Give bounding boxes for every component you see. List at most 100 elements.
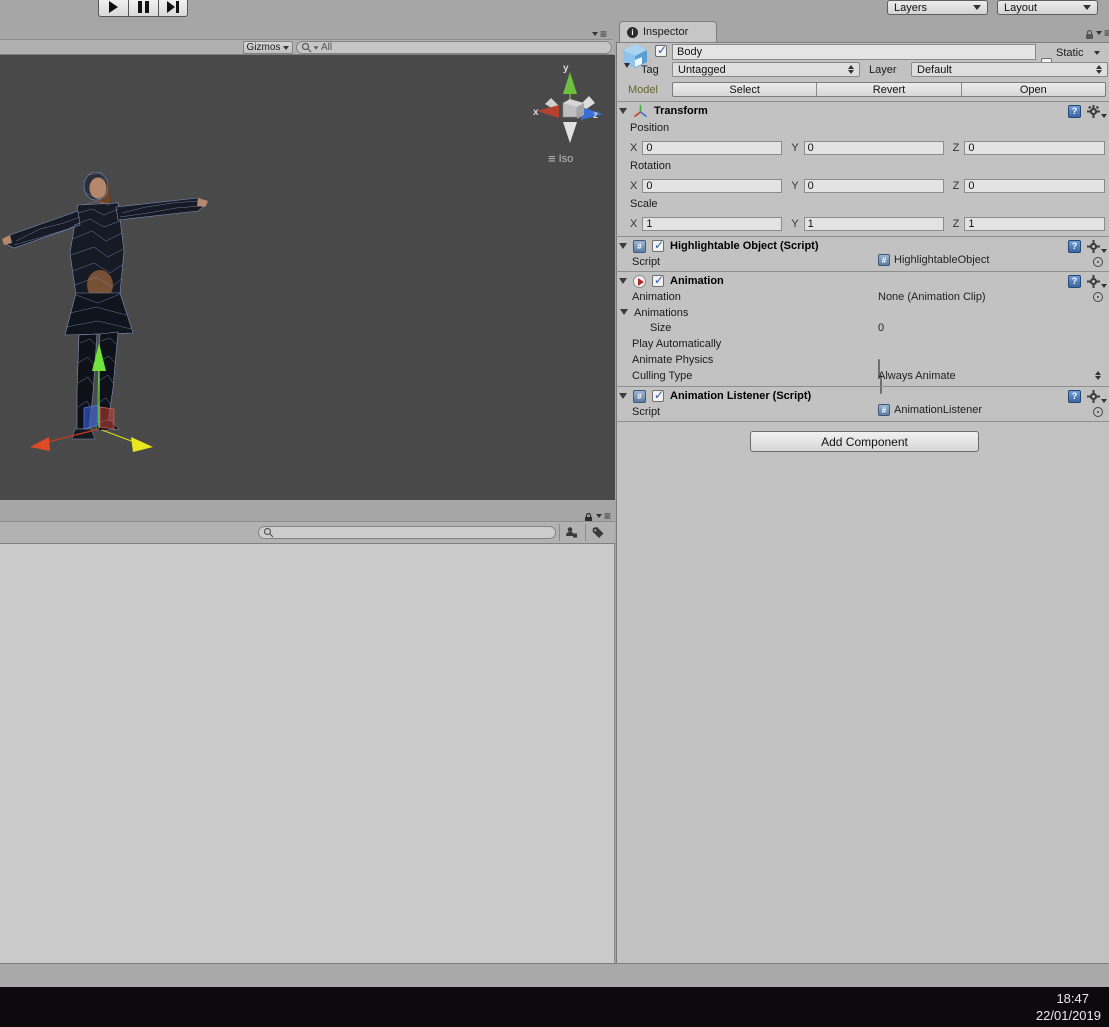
axis-z: Z [952,142,960,154]
scale-x-field[interactable]: 1 [642,217,783,231]
model-open-button[interactable]: Open [962,83,1105,96]
animation-enabled-checkbox[interactable] [652,273,664,287]
highlightable-component-header[interactable]: # Highlightable Object (Script) ? [619,238,1107,254]
wireframe-character-model[interactable] [0,163,220,463]
highlightable-enabled-checkbox[interactable] [652,238,664,252]
scene-orientation-gizmo[interactable] [525,58,615,153]
help-icon[interactable]: ? [1068,389,1081,403]
scale-z-field[interactable]: 1 [964,217,1105,231]
gizmo-z-axis[interactable] [101,429,135,443]
scale-row: X1 Y1 Z1 [630,216,1107,232]
object-picker-icon[interactable] [1093,292,1103,302]
step-button[interactable] [158,0,188,17]
inspector-menu[interactable]: ≡ [1096,27,1109,39]
axis-y: Y [791,218,799,230]
tag-dropdown[interactable]: Untagged [672,62,860,77]
layers-dropdown[interactable]: Layers [887,0,988,15]
gear-icon[interactable] [1087,274,1107,288]
axis-x: X [630,142,638,154]
foldout-icon[interactable] [619,393,627,399]
position-y-field[interactable]: 0 [803,141,944,155]
gear-glyph [1087,389,1100,403]
search-by-label-button[interactable] [587,524,608,541]
component-separator [616,271,1109,272]
gizmo-plane-xy[interactable] [83,404,99,430]
rotation-x-field[interactable]: 0 [642,179,783,193]
rotation-y-field[interactable]: 0 [803,179,944,193]
axis-z-label: z [593,110,598,121]
help-icon[interactable]: ? [1068,274,1081,288]
menu-icon: ≡ [604,509,611,523]
gear-icon[interactable] [1087,239,1107,253]
iso-projection-toggle[interactable]: ≡ Iso [548,151,573,166]
chevron-down-icon [283,45,290,50]
play-button[interactable] [98,0,128,17]
position-x-field[interactable]: 0 [642,141,783,155]
listener-enabled-checkbox[interactable] [652,388,664,402]
animation-component-header[interactable]: Animation ? [619,273,1107,289]
help-icon[interactable]: ? [1068,104,1081,118]
gameobject-name-field[interactable]: Body [672,44,1036,60]
editor-status-bar [0,963,1109,987]
model-revert-button[interactable]: Revert [817,83,962,96]
animate-physics-label: Animate Physics [632,354,714,366]
search-by-type-button[interactable] [561,524,582,541]
layout-dropdown[interactable]: Layout [997,0,1098,15]
updown-icon[interactable] [1095,371,1101,380]
add-component-button[interactable]: Add Component [750,431,979,452]
highlightable-title: Highlightable Object (Script) [670,240,819,252]
culling-type-value[interactable]: Always Animate [878,370,956,382]
axis-y: Y [791,180,799,192]
tab-inspector[interactable]: i Inspector [619,21,717,42]
rotation-row: X0 Y0 Z0 [630,178,1107,194]
layer-value: Default [917,63,952,76]
foldout-icon[interactable] [619,243,627,249]
gameobject-active-checkbox[interactable] [655,43,667,57]
scale-label: Scale [630,198,658,210]
model-select-button[interactable]: Select [673,83,818,96]
static-dropdown-chevron-icon[interactable] [1094,51,1100,55]
object-picker-icon[interactable] [1093,407,1103,417]
object-picker-icon[interactable] [1093,257,1103,267]
gizmo-plane-zy[interactable] [99,406,115,430]
script-value[interactable]: # HighlightableObject [878,254,989,266]
tag-label: Tag [641,64,659,76]
os-taskbar[interactable]: 18:47 22/01/2019 [0,987,1109,1027]
transform-component-header[interactable]: Transform ? [619,103,1107,119]
layer-label: Layer [869,64,897,76]
gizmo-x-arrowhead[interactable] [30,437,50,451]
gizmo-z-arrowhead[interactable] [131,437,153,452]
animation-clip-value[interactable]: None (Animation Clip) [878,291,986,303]
rotation-z-field[interactable]: 0 [964,179,1105,193]
orientation-cone-down [563,122,577,143]
lower-panel-menu[interactable]: ≡ [596,509,611,523]
project-panel-body[interactable] [0,544,615,963]
play-automatically-label: Play Automatically [632,338,722,350]
gear-icon[interactable] [1087,104,1107,118]
orientation-cone-x[interactable] [537,105,559,118]
scene-viewport[interactable]: y x z ≡ Iso [0,55,615,500]
size-label: Size [650,322,672,334]
script-value[interactable]: # AnimationListener [878,404,982,416]
listener-component-header[interactable]: # Animation Listener (Script) ? [619,388,1107,404]
help-icon[interactable]: ? [1068,239,1081,253]
script-label: Script [632,256,661,268]
size-value[interactable]: 0 [878,322,884,334]
taskbar-clock-time[interactable]: 18:47 [1056,991,1089,1006]
pause-button[interactable] [128,0,158,17]
position-z-field[interactable]: 0 [964,141,1105,155]
gear-icon[interactable] [1087,389,1107,403]
orientation-cone-z[interactable] [581,107,603,120]
project-search-input[interactable] [258,526,556,539]
scale-y-field[interactable]: 1 [803,217,944,231]
foldout-icon[interactable] [619,278,627,284]
orientation-cone-y[interactable] [563,72,577,94]
animations-foldout-icon[interactable] [620,309,628,315]
scene-search-input[interactable]: All [296,41,612,54]
scene-panel-menu[interactable]: ≡ [592,28,607,40]
taskbar-clock-date[interactable]: 22/01/2019 [1036,1008,1101,1023]
csharp-script-icon: # [633,389,646,403]
foldout-icon[interactable] [619,108,627,114]
layer-dropdown[interactable]: Default [911,62,1108,77]
gizmos-dropdown[interactable]: Gizmos [243,41,293,54]
